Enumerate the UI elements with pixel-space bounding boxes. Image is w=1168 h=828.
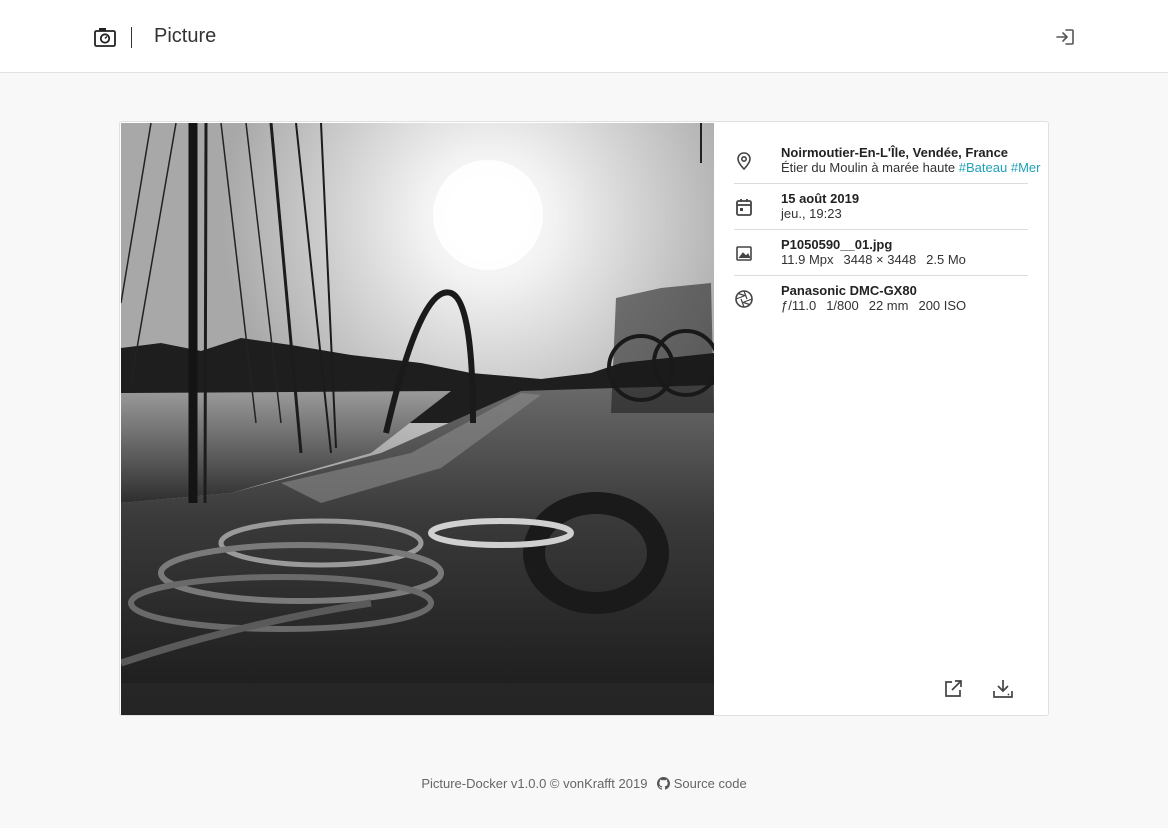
file-row: P1050590__01.jpg 11.9 Mpx 3448 × 3448 2.5 …: [734, 230, 1028, 276]
top-navbar: Picture: [0, 0, 1168, 73]
caption-text: Étier du Moulin à marée haute: [781, 160, 956, 175]
file-specs: 11.9 Mpx 3448 × 3448 2.5 Mo: [781, 252, 1028, 267]
sign-in-icon[interactable]: [1054, 27, 1076, 47]
location-name: Noirmoutier-En-L'Île, Vendée, France: [781, 145, 1009, 160]
file-size: 2.5 Mo: [926, 252, 966, 267]
tag-link[interactable]: #Bateau: [959, 160, 1007, 175]
camera-icon[interactable]: [94, 27, 116, 47]
tag-link[interactable]: #Mer: [1011, 160, 1041, 175]
camera-row: Panasonic DMC-GX80 ƒ/11.0 1/800 22 mm 200 I…: [734, 276, 1028, 322]
date-day: 15 août 2019: [781, 191, 860, 206]
iso-value: 200 ISO: [918, 298, 967, 313]
camera-model: Panasonic DMC-GX80: [781, 283, 917, 298]
date-time: jeu., 19:23: [781, 206, 842, 221]
aperture-value: ƒ/11.0: [781, 298, 817, 313]
dimensions: 3448 × 3448: [843, 252, 917, 267]
brand-divider: [131, 27, 132, 48]
footer-credit: Picture-Docker v1.0.0 © vonKrafft 2019: [421, 776, 648, 791]
exposure-settings: ƒ/11.0 1/800 22 mm 200 ISO: [781, 298, 1028, 313]
page-title[interactable]: Picture: [154, 25, 216, 48]
download-icon[interactable]: [992, 678, 1014, 700]
date-row: 15 août 2019 jeu., 19:23: [734, 184, 1028, 230]
megapixels: 11.9 Mpx: [781, 252, 834, 267]
file-name: P1050590__01.jpg: [781, 237, 893, 252]
photo[interactable]: [121, 123, 714, 716]
map-pin-icon: [737, 152, 751, 171]
source-code-link[interactable]: Source code: [674, 776, 747, 791]
image-icon: [736, 246, 752, 261]
picture-details: Noirmoutier-En-L'Île, Vendée, France Éti…: [734, 138, 1040, 322]
calendar-icon: [736, 199, 752, 216]
focal-length: 22 mm: [868, 298, 909, 313]
location-caption: Étier du Moulin à marée haute #Bateau #M…: [781, 160, 1040, 175]
location-row: Noirmoutier-En-L'Île, Vendée, France Éti…: [734, 138, 1040, 184]
external-link-icon[interactable]: [942, 678, 964, 700]
github-icon[interactable]: [657, 777, 671, 790]
aperture-icon: [735, 290, 753, 308]
footer: Picture-Docker v1.0.0 © vonKrafft 2019 S…: [0, 776, 1168, 791]
picture-card: Noirmoutier-En-L'Île, Vendée, France Éti…: [119, 121, 1049, 716]
shutter-speed: 1/800: [826, 298, 859, 313]
